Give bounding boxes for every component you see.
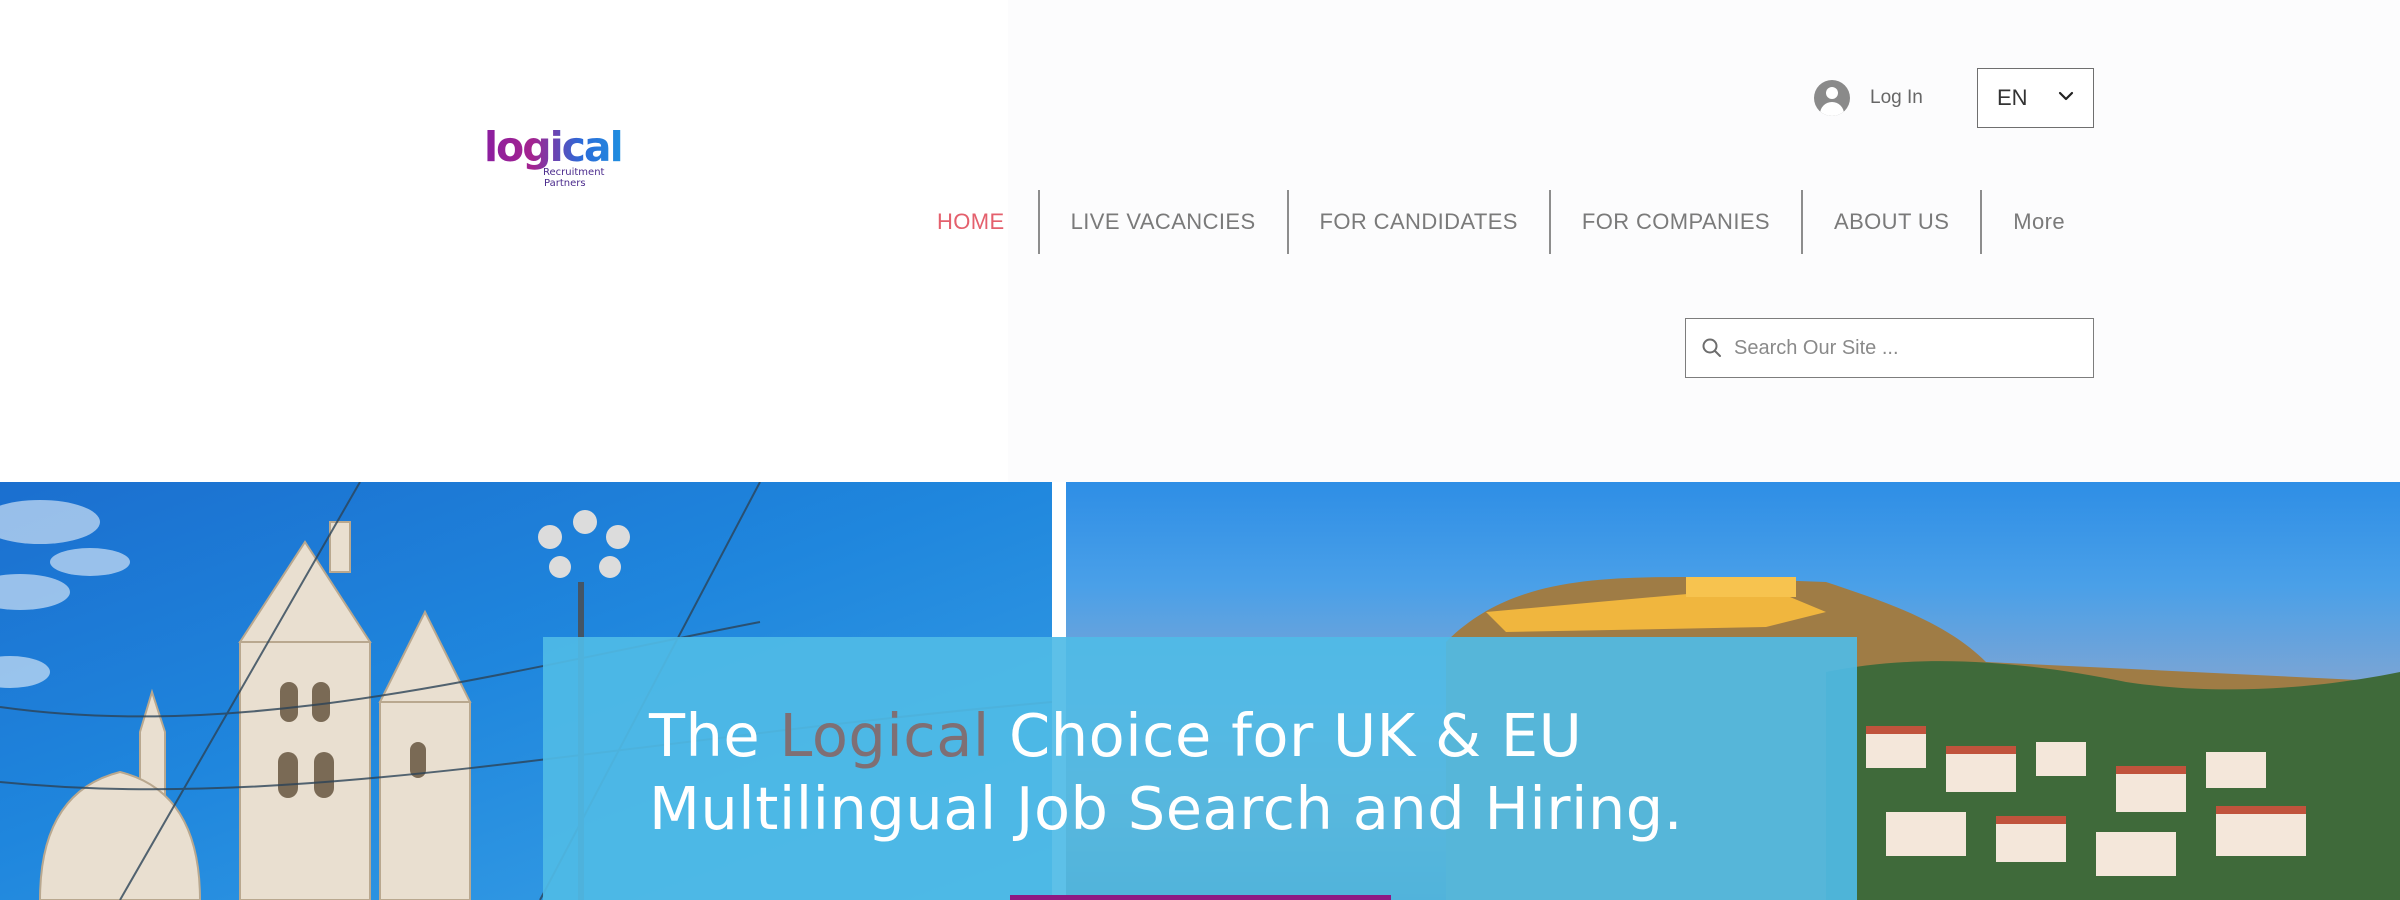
login-button[interactable]: Log In (1814, 78, 1923, 118)
logo-subtitle-line1: Recruitment (543, 167, 605, 178)
nav-item-more[interactable]: More (1982, 190, 2096, 254)
logo-subtitle: Recruitment Partners (543, 167, 604, 189)
nav-item-about-us[interactable]: ABOUT US (1803, 190, 1980, 254)
site-header: logical Recruitment Partners Log In EN H… (0, 0, 2400, 482)
site-search[interactable] (1685, 318, 2094, 378)
chevron-down-icon (2058, 91, 2074, 101)
nav-item-for-candidates[interactable]: FOR CANDIDATES (1289, 190, 1549, 254)
language-selector[interactable]: EN (1977, 68, 2094, 128)
hero-title-line2: Multilingual Job Search and Hiring. (649, 774, 1683, 843)
main-nav: HOME LIVE VACANCIES FOR CANDIDATES FOR C… (904, 190, 2096, 254)
language-selected: EN (1997, 85, 2028, 110)
search-input[interactable] (1734, 336, 2074, 360)
hero-title-part1: The (649, 701, 780, 770)
nav-item-home[interactable]: HOME (904, 190, 1038, 254)
login-label: Log In (1870, 87, 1923, 108)
nav-item-for-companies[interactable]: FOR COMPANIES (1551, 190, 1801, 254)
hero-text-panel: The Logical Choice for UK & EU Multiling… (543, 637, 1857, 900)
search-icon (1702, 338, 1721, 357)
hero-cta-button[interactable] (1010, 895, 1391, 900)
hero-title-part2: Choice for UK & EU (989, 701, 1583, 770)
logo[interactable]: logical Recruitment Partners (484, 124, 624, 194)
logo-wordmark: logical (484, 123, 624, 171)
hero-banner: The Logical Choice for UK & EU Multiling… (0, 482, 2400, 900)
hero-title: The Logical Choice for UK & EU Multiling… (649, 699, 1683, 845)
logo-subtitle-line2: Partners (544, 178, 586, 189)
hero-title-accent: Logical (779, 701, 990, 770)
nav-item-live-vacancies[interactable]: LIVE VACANCIES (1040, 190, 1287, 254)
user-avatar-icon (1814, 80, 1850, 116)
